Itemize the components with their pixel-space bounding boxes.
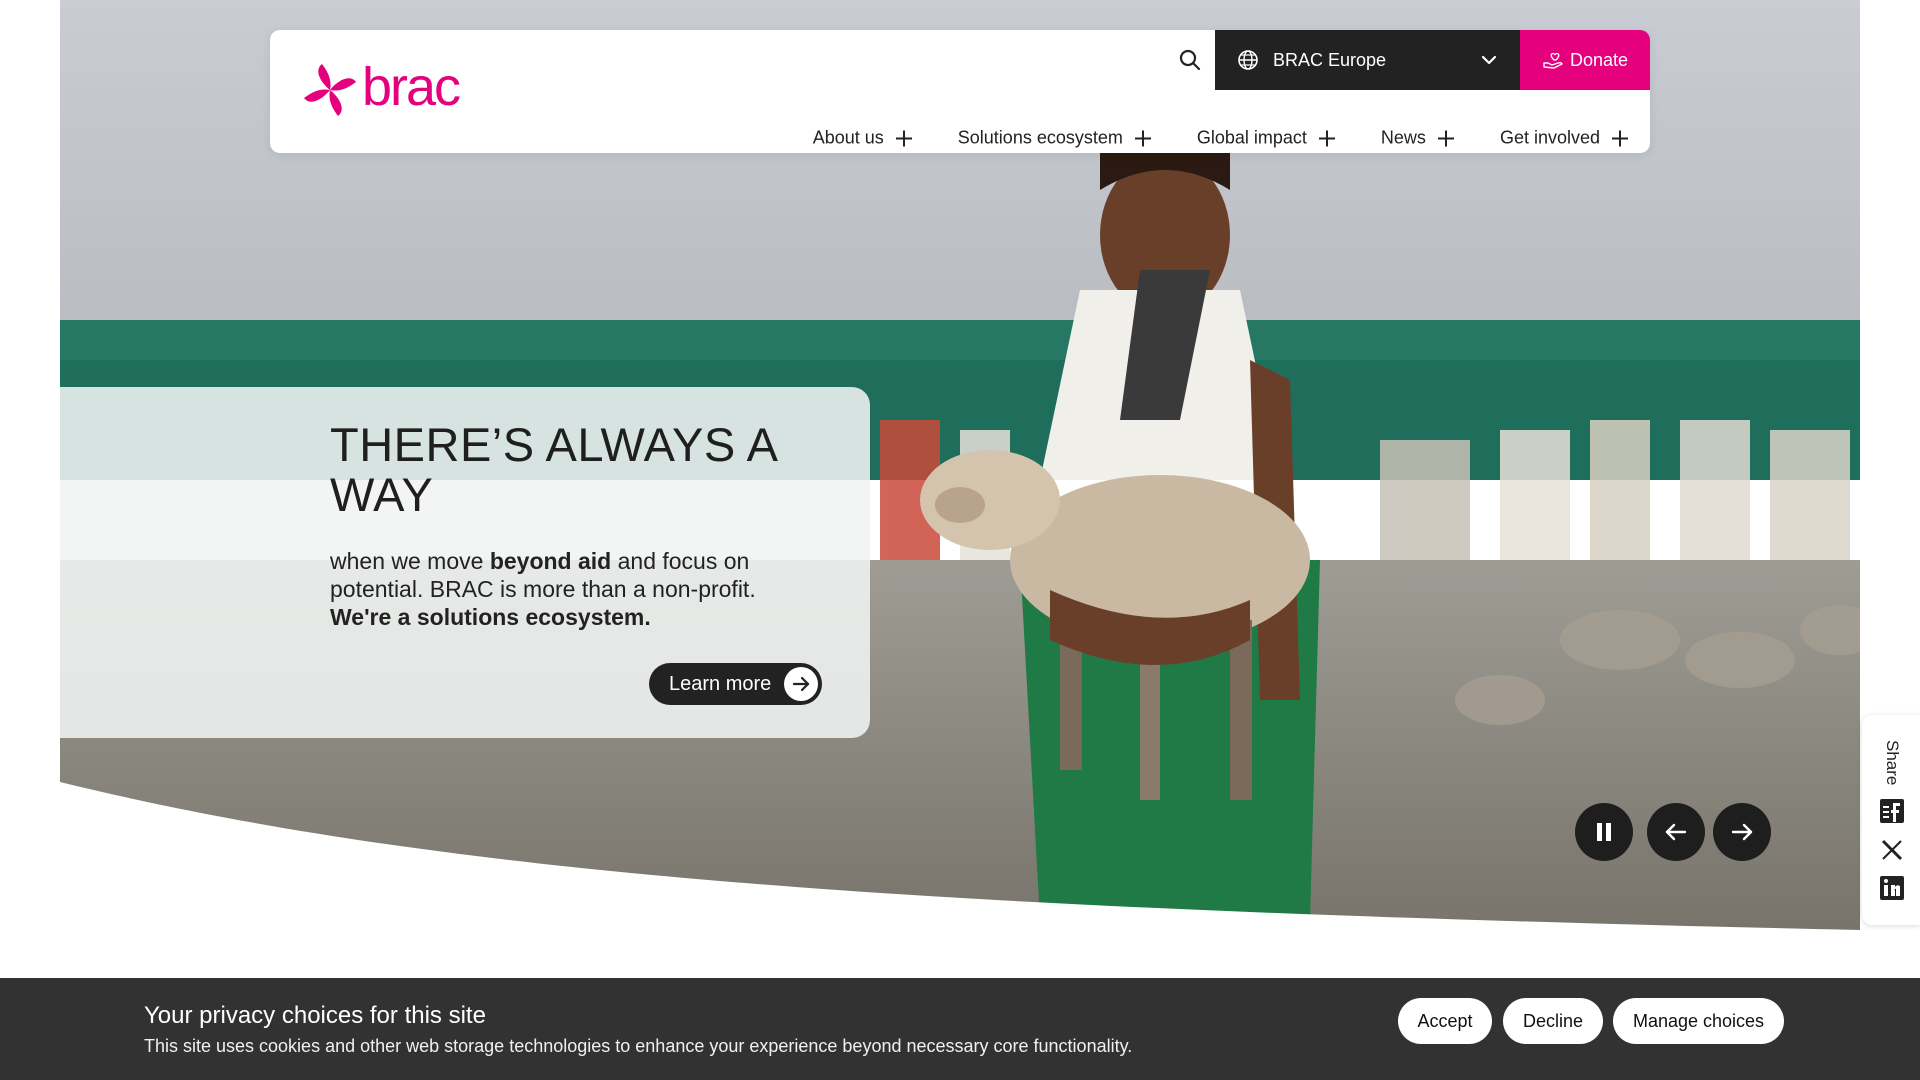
pause-icon (1597, 823, 1611, 841)
arrow-right-icon (1731, 823, 1753, 841)
share-panel: Share (1862, 715, 1920, 925)
learn-more-label: Learn more (669, 672, 772, 695)
search-button[interactable] (1160, 30, 1220, 90)
nav-item-label: Global impact (1196, 127, 1307, 148)
nav-item-global-impact[interactable]: Global impact (1197, 128, 1335, 149)
hero-body-text: when we move (330, 548, 490, 574)
hero-card: THERE’S ALWAYS A WAY when we move beyond… (60, 387, 870, 738)
nav-item-label: Solutions ecosystem (957, 127, 1123, 148)
arrow-left-icon (1665, 823, 1687, 841)
cookie-title: Your privacy choices for this site (144, 1002, 486, 1029)
region-selector[interactable]: BRAC Europe (1215, 30, 1520, 90)
accept-button[interactable]: Accept (1398, 998, 1492, 1044)
plus-icon (1134, 130, 1151, 146)
chevron-down-icon (1481, 55, 1497, 65)
pause-button[interactable] (1575, 803, 1633, 861)
previous-slide-button[interactable] (1647, 803, 1705, 861)
donate-label: Donate (1569, 49, 1629, 70)
manage-choices-button[interactable]: Manage choices (1613, 998, 1784, 1044)
next-slide-button[interactable] (1713, 803, 1771, 861)
hero-body-bold: We're a solutions ecosystem. (330, 604, 651, 630)
plus-icon (895, 130, 912, 146)
cookie-text: This site uses cookies and other web sto… (144, 1036, 1133, 1056)
share-label: Share (1883, 740, 1902, 786)
site-header: brac BRAC Europe Donate About us Solutio… (270, 30, 1650, 153)
nav-item-label: About us (812, 127, 884, 148)
donate-button[interactable]: Donate (1520, 30, 1650, 90)
nav-item-label: News (1380, 127, 1426, 148)
main-nav: About us Solutions ecosystem Global impa… (767, 128, 1628, 149)
plus-icon (1612, 130, 1628, 146)
x-icon[interactable] (1879, 837, 1905, 863)
cookie-banner: Your privacy choices for this site This … (0, 978, 1920, 1080)
nav-item-label: Get involved (1499, 127, 1600, 148)
hero-body-bold: beyond aid (489, 548, 612, 574)
nav-item-solutions-ecosystem[interactable]: Solutions ecosystem (958, 128, 1151, 149)
nav-item-about-us[interactable]: About us (813, 128, 912, 149)
nav-item-get-involved[interactable]: Get involved (1500, 128, 1628, 149)
plus-icon (1318, 130, 1335, 146)
hero-title: THERE’S ALWAYS A WAY (330, 418, 776, 521)
nav-item-news[interactable]: News (1381, 128, 1454, 149)
globe-icon (1238, 50, 1258, 70)
hand-heart-icon (1543, 52, 1563, 69)
region-label: BRAC Europe (1273, 49, 1387, 70)
arrow-right-icon (784, 667, 818, 701)
logo-text: brac (362, 57, 461, 117)
plus-icon (1437, 130, 1454, 146)
search-icon (1179, 49, 1201, 71)
brac-logo[interactable]: brac (302, 57, 461, 118)
facebook-icon[interactable] (1879, 798, 1905, 824)
decline-button[interactable]: Decline (1503, 998, 1603, 1044)
hero-description: when we move beyond aid and focus on pot… (330, 547, 810, 631)
brac-pinwheel-icon (304, 64, 356, 116)
linkedin-icon[interactable] (1879, 875, 1905, 901)
learn-more-button[interactable]: Learn more (649, 663, 822, 705)
